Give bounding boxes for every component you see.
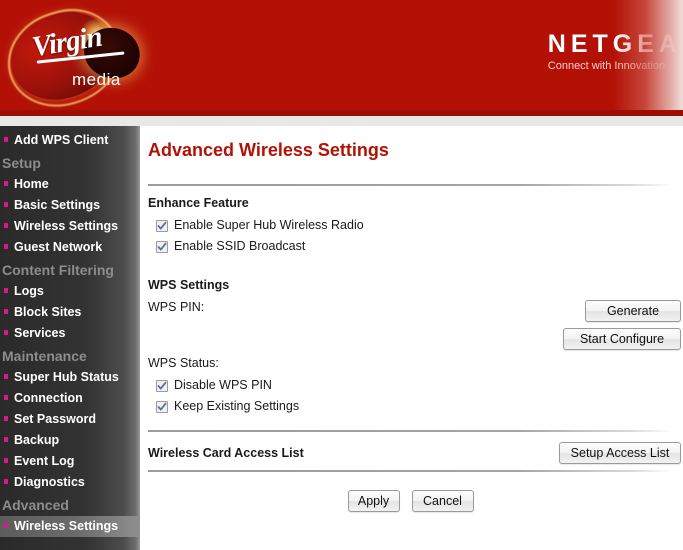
bullet-icon xyxy=(4,288,8,293)
netgear-logo: NETGEAR Connect with Innovation xyxy=(548,30,683,72)
sidebar-item-guest-network[interactable]: Guest Network xyxy=(0,237,140,258)
bullet-icon xyxy=(4,458,8,463)
checkbox-label: Disable WPS PIN xyxy=(174,378,272,392)
sidebar-item-add-wps-client[interactable]: Add WPS Client xyxy=(0,130,140,151)
apply-button[interactable]: Apply xyxy=(347,490,400,512)
start-configure-button[interactable]: Start Configure xyxy=(563,328,681,350)
sidebar-heading-content-filtering: Content Filtering xyxy=(2,262,114,278)
checkbox-label: Enable SSID Broadcast xyxy=(174,239,306,253)
checkbox-label: Keep Existing Settings xyxy=(174,399,300,413)
bullet-icon xyxy=(4,416,8,421)
checkbox-row-keep-existing-settings[interactable]: Keep Existing Settings xyxy=(148,399,683,414)
wps-settings-heading: WPS Settings xyxy=(148,278,230,292)
generate-button[interactable]: Generate xyxy=(585,300,681,322)
sidebar-item-label: Logs xyxy=(14,284,44,298)
sidebar-item-label: Add WPS Client xyxy=(14,133,109,147)
page-body: Add WPS Client Setup Home Basic Settings… xyxy=(0,126,683,550)
bullet-icon xyxy=(4,330,8,335)
sidebar-item-connection[interactable]: Connection xyxy=(0,388,140,409)
wps-pin-label: WPS PIN: xyxy=(148,300,205,314)
wps-buttons-column: Generate Start Configure xyxy=(563,300,681,350)
divider-bottom xyxy=(148,470,673,472)
bullet-icon xyxy=(4,479,8,484)
sidebar-nav: Add WPS Client Setup Home Basic Settings… xyxy=(0,126,140,550)
page-title: Advanced Wireless Settings xyxy=(148,140,389,160)
sidebar-item-label: Basic Settings xyxy=(14,198,101,212)
sidebar-item-basic-settings[interactable]: Basic Settings xyxy=(0,195,140,216)
sidebar-item-diagnostics[interactable]: Diagnostics xyxy=(0,472,140,493)
wps-pin-row: WPS PIN: Generate Start Configure xyxy=(148,300,681,350)
sidebar-item-label: Super Hub Status xyxy=(14,370,119,384)
checkbox-row-enable-ssid-broadcast[interactable]: Enable SSID Broadcast xyxy=(148,239,683,254)
sidebar-item-set-password[interactable]: Set Password xyxy=(0,409,140,430)
sidebar-item-backup[interactable]: Backup xyxy=(0,430,140,451)
sidebar-item-label: Guest Network xyxy=(14,240,103,254)
access-list-row: Wireless Card Access List Setup Access L… xyxy=(148,442,681,464)
sidebar-heading-maintenance: Maintenance xyxy=(2,348,87,364)
sidebar-item-label: Wireless Settings xyxy=(14,219,119,233)
bullet-icon xyxy=(4,137,8,142)
sidebar-item-logs[interactable]: Logs xyxy=(0,281,140,302)
divider-access-list xyxy=(148,430,673,432)
form-actions: Apply Cancel xyxy=(148,490,673,512)
sidebar-item-label: Home xyxy=(14,177,49,191)
checkbox-keep-existing-settings[interactable] xyxy=(156,400,168,413)
sidebar-item-label: Block Sites xyxy=(14,305,82,319)
sidebar-item-label: Backup xyxy=(14,433,60,447)
sidebar-item-label: Diagnostics xyxy=(14,475,85,489)
main-content: Advanced Wireless Settings Enhance Featu… xyxy=(140,126,683,550)
wps-status-label: WPS Status: xyxy=(148,356,219,370)
sidebar-item-home[interactable]: Home xyxy=(0,174,140,195)
bullet-icon xyxy=(4,437,8,442)
checkbox-enable-wireless-radio[interactable] xyxy=(156,219,168,232)
netgear-tagline: Connect with Innovation xyxy=(547,60,666,72)
header-gray-strip xyxy=(0,116,683,126)
checkbox-label: Enable Super Hub Wireless Radio xyxy=(174,218,364,232)
checkbox-row-disable-wps-pin[interactable]: Disable WPS PIN xyxy=(148,378,683,393)
checkbox-disable-wps-pin[interactable] xyxy=(156,379,168,392)
wireless-card-access-list-label: Wireless Card Access List xyxy=(148,445,304,460)
sidebar-heading-advanced: Advanced xyxy=(2,497,69,513)
sidebar-item-advanced-wireless-settings[interactable]: Wireless Settings xyxy=(0,516,140,537)
bullet-icon xyxy=(4,202,8,207)
enhance-feature-heading: Enhance Feature xyxy=(148,196,249,210)
bullet-icon xyxy=(4,244,8,249)
router-admin-page: Virgin media NETGEAR Connect with Innova… xyxy=(0,0,683,550)
checkbox-row-enable-wireless-radio[interactable]: Enable Super Hub Wireless Radio xyxy=(148,218,683,233)
sidebar-item-label: Connection xyxy=(14,391,83,405)
checkbox-enable-ssid-broadcast[interactable] xyxy=(156,240,168,253)
virgin-media-logo[interactable]: Virgin media xyxy=(0,0,156,110)
sidebar-item-wireless-settings[interactable]: Wireless Settings xyxy=(0,216,140,237)
bullet-icon xyxy=(4,395,8,400)
bullet-icon xyxy=(4,181,8,186)
sidebar-item-label: Set Password xyxy=(14,412,96,426)
bullet-icon xyxy=(4,523,8,528)
bullet-icon xyxy=(4,374,8,379)
page-header: Virgin media NETGEAR Connect with Innova… xyxy=(0,0,683,110)
bullet-icon xyxy=(4,223,8,228)
setup-access-list-button[interactable]: Setup Access List xyxy=(559,442,681,464)
netgear-wordmark: NETGEAR xyxy=(547,30,683,58)
bullet-icon xyxy=(4,309,8,314)
sidebar-item-label: Event Log xyxy=(14,454,75,468)
sidebar-item-event-log[interactable]: Event Log xyxy=(0,451,140,472)
sidebar-item-super-hub-status[interactable]: Super Hub Status xyxy=(0,367,140,388)
sidebar-item-label: Services xyxy=(14,326,66,340)
sidebar-item-block-sites[interactable]: Block Sites xyxy=(0,302,140,323)
sidebar-item-label: Wireless Settings xyxy=(14,519,119,533)
brand-sub-wordmark: media xyxy=(72,70,121,89)
cancel-button[interactable]: Cancel xyxy=(411,490,474,512)
sidebar-item-services[interactable]: Services xyxy=(0,323,140,344)
sidebar-heading-setup: Setup xyxy=(2,155,41,171)
divider-top xyxy=(148,184,673,186)
